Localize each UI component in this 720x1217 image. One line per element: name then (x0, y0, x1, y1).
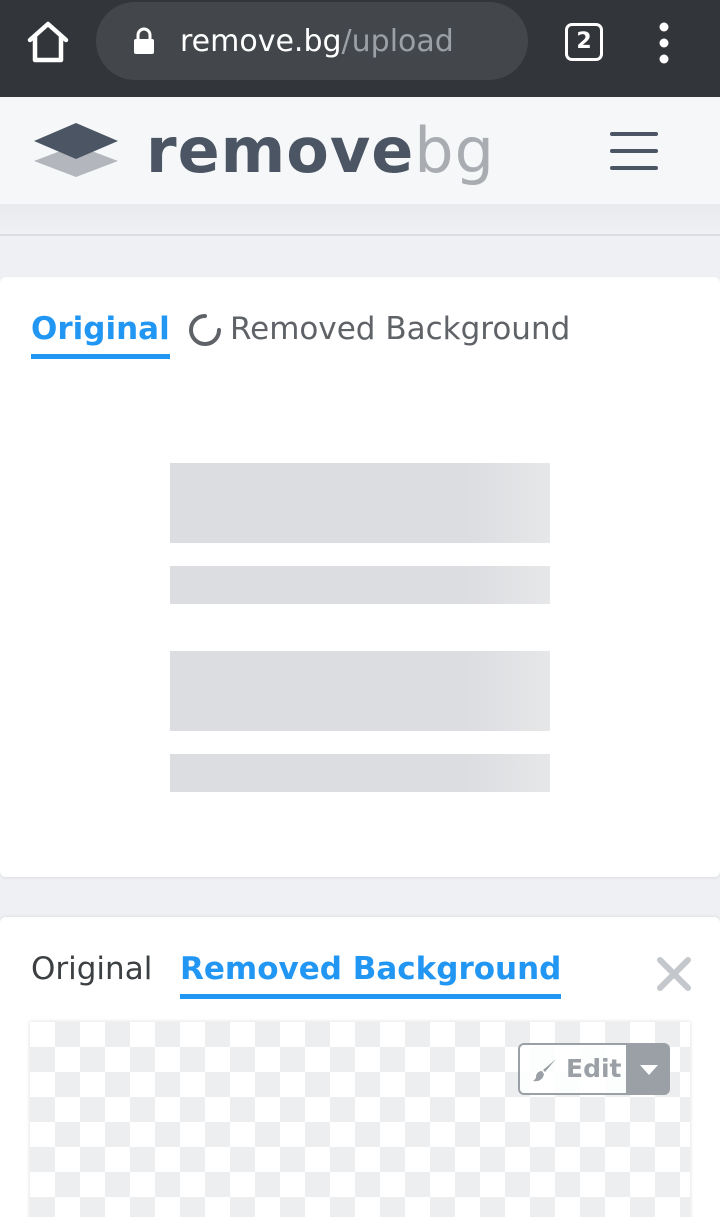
tab-removed-background[interactable]: Removed Background (230, 311, 570, 347)
menu-line (610, 149, 658, 153)
header-divider (0, 204, 720, 236)
logo-layers-icon[interactable] (30, 119, 122, 185)
logo-word-bg: bg (414, 114, 496, 187)
spinner-icon (189, 314, 221, 346)
home-icon (27, 21, 69, 63)
more-vert-icon (659, 22, 669, 64)
menu-line (610, 132, 658, 136)
tab-original[interactable]: Original (31, 951, 152, 987)
close-icon[interactable] (652, 952, 696, 996)
caret-down-icon (640, 1065, 658, 1075)
transparent-result-preview: Edit (30, 1022, 690, 1217)
edit-label: Edit (566, 1054, 622, 1083)
lock-icon (134, 27, 154, 54)
loading-placeholder (170, 463, 550, 543)
url-path: /upload (341, 24, 454, 59)
tab-removed-background[interactable]: Removed Background (180, 951, 562, 999)
site-header: removebg (0, 97, 720, 204)
browser-menu-button[interactable] (650, 20, 678, 66)
browser-toolbar: remove.bg/upload 2 (0, 0, 720, 97)
loading-placeholder (170, 566, 550, 604)
edit-button-group: Edit (518, 1043, 670, 1095)
menu-line (610, 166, 658, 170)
url-text: remove.bg/upload (180, 22, 454, 62)
logo-wordmark[interactable]: removebg (146, 111, 495, 191)
tab-original[interactable]: Original (31, 311, 170, 359)
edit-button[interactable]: Edit (518, 1043, 628, 1095)
edit-dropdown-toggle[interactable] (628, 1043, 670, 1095)
result-card: Original Removed Background Edit (0, 917, 720, 1217)
tab-switcher-button[interactable]: 2 (565, 23, 603, 61)
brush-icon (533, 1059, 556, 1082)
home-button[interactable] (22, 18, 74, 66)
address-bar[interactable]: remove.bg/upload (96, 2, 528, 80)
upload-preview-card: Original Removed Background (0, 277, 720, 877)
loading-placeholder (170, 651, 550, 731)
loading-placeholder (170, 754, 550, 792)
hamburger-menu-icon[interactable] (604, 130, 664, 172)
logo-word-remove: remove (146, 114, 415, 187)
url-host: remove.bg (180, 24, 342, 59)
